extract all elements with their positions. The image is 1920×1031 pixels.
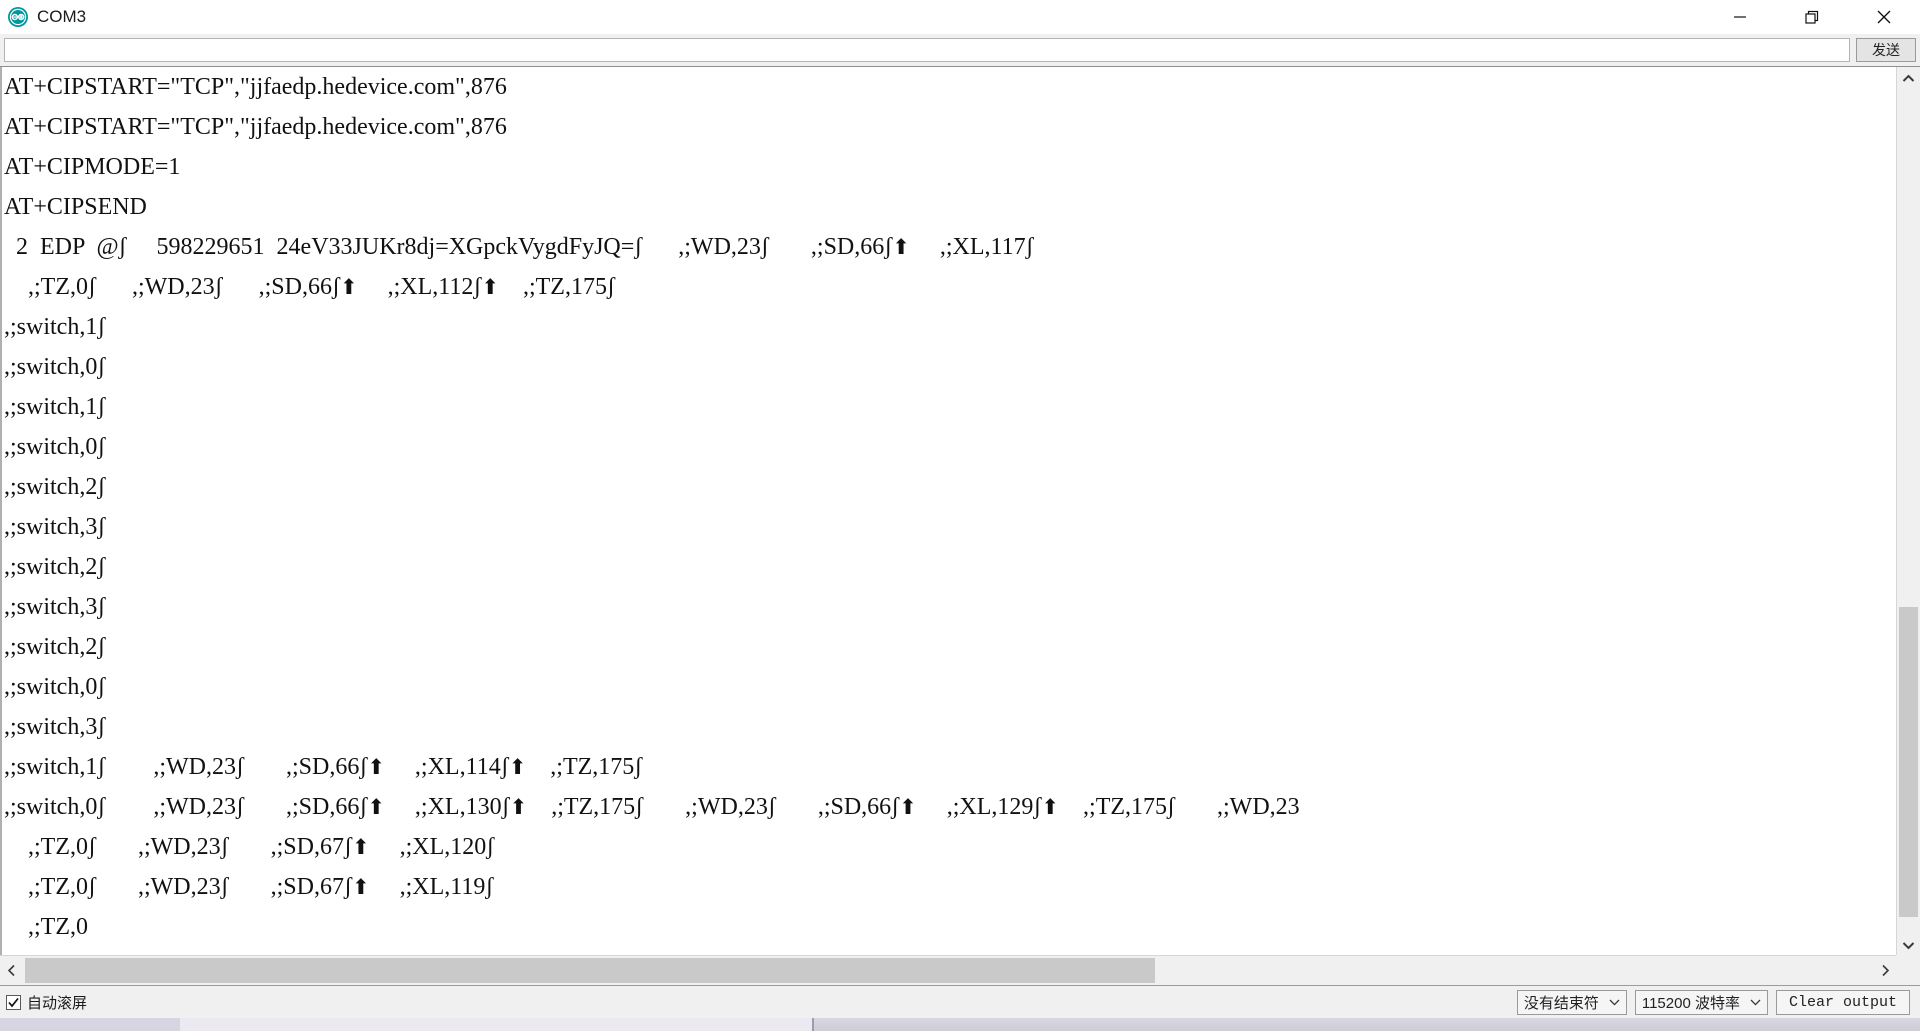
close-icon: [1877, 10, 1891, 24]
chevron-left-icon: [7, 964, 15, 977]
terminal-line: ,;switch,3ʃ: [4, 594, 106, 620]
horizontal-scrollbar[interactable]: [0, 955, 1896, 985]
scroll-up-button[interactable]: [1897, 67, 1920, 89]
terminal-line: ,;switch,3ʃ: [4, 514, 106, 540]
scroll-left-button[interactable]: [0, 956, 22, 985]
serial-monitor-window: COM3 发送 AT+CIPSTART="TCP","jjfaedp.hedev…: [0, 0, 1920, 1031]
chevron-right-icon: [1881, 964, 1889, 977]
terminal-line: ,;switch,1ʃ: [4, 394, 106, 420]
vertical-scroll-thumb[interactable]: [1899, 607, 1918, 917]
up-arrow-icon: ⬆: [367, 755, 385, 779]
terminal-line: AT+CIPSTART="TCP","jjfaedp.hedevice.com"…: [4, 74, 507, 100]
up-arrow-icon: ⬆: [899, 795, 917, 819]
up-arrow-icon: ⬆: [339, 275, 358, 299]
desktop-strip: [0, 1018, 1920, 1031]
chevron-down-icon: [1902, 941, 1915, 949]
minimize-icon: [1734, 16, 1746, 18]
terminal-line: AT+CIPSEND: [4, 194, 147, 220]
send-button[interactable]: 发送: [1856, 38, 1916, 62]
up-arrow-icon: ⬆: [367, 795, 385, 819]
scrollbar-corner: [1896, 955, 1920, 985]
vertical-scrollbar[interactable]: [1896, 67, 1920, 956]
status-bar-controls: 没有结束符 115200 波特率 Clear output: [1516, 989, 1920, 1015]
background-window-strip: [812, 1018, 1920, 1031]
line-ending-value: 没有结束符: [1523, 994, 1599, 1012]
minimize-button[interactable]: [1704, 0, 1776, 34]
autoscroll-label: 自动滚屏: [27, 994, 88, 1012]
chevron-down-icon: [1750, 999, 1761, 1006]
desktop-background-left: [0, 1018, 180, 1031]
terminal-line: AT+CIPMODE=1: [4, 154, 181, 180]
terminal-area: AT+CIPSTART="TCP","jjfaedp.hedevice.com"…: [0, 66, 1920, 985]
terminal-line: ,;switch,0ʃ ,;WD,23ʃ ,;SD,66ʃ⬆ ,;XL,130ʃ…: [4, 794, 1300, 820]
autoscroll-checkbox[interactable]: [6, 994, 21, 1010]
restore-icon: [1805, 10, 1819, 24]
scroll-down-button[interactable]: [1897, 934, 1920, 956]
terminal-line: AT+CIPSTART="TCP","jjfaedp.hedevice.com"…: [4, 114, 507, 140]
close-button[interactable]: [1848, 0, 1920, 34]
baud-rate-select[interactable]: 115200 波特率: [1634, 989, 1768, 1015]
send-input[interactable]: [4, 38, 1850, 62]
up-arrow-icon: ⬆: [351, 835, 370, 859]
window-title: COM3: [37, 7, 87, 26]
send-bar: 发送: [0, 34, 1920, 66]
title-bar-left: COM3: [0, 6, 1704, 28]
terminal-line: ,;switch,0ʃ: [4, 674, 106, 700]
up-arrow-icon: ⬆: [508, 755, 527, 779]
terminal-line: ,;switch,0ʃ: [4, 434, 106, 460]
autoscroll-toggle[interactable]: 自动滚屏: [0, 992, 87, 1013]
terminal-line: ,;switch,0ʃ: [4, 354, 106, 380]
scroll-right-button[interactable]: [1874, 956, 1896, 985]
up-arrow-icon: ⬆: [892, 235, 910, 259]
title-bar: COM3: [0, 0, 1920, 34]
up-arrow-icon: ⬆: [481, 275, 499, 299]
terminal-output[interactable]: AT+CIPSTART="TCP","jjfaedp.hedevice.com"…: [0, 67, 1896, 956]
line-ending-select[interactable]: 没有结束符: [1516, 989, 1627, 1015]
terminal-line: ,;switch,1ʃ ,;WD,23ʃ ,;SD,66ʃ⬆ ,;XL,114ʃ…: [4, 754, 643, 780]
arduino-infinity-icon: [7, 6, 29, 28]
up-arrow-icon: ⬆: [351, 875, 370, 899]
clear-output-button[interactable]: Clear output: [1775, 989, 1910, 1015]
horizontal-scroll-thumb[interactable]: [25, 958, 1155, 983]
terminal-line: ,;switch,2ʃ: [4, 474, 106, 500]
checkmark-icon: [8, 997, 19, 1007]
terminal-line: ,;TZ,0ʃ ,;WD,23ʃ ,;SD,66ʃ⬆ ,;XL,112ʃ⬆ ,;…: [4, 274, 615, 300]
restore-button[interactable]: [1776, 0, 1848, 34]
terminal-line: ,;switch,3ʃ: [4, 714, 106, 740]
status-bar: 自动滚屏 没有结束符 115200 波特率 Clear output: [0, 985, 1920, 1018]
up-arrow-icon: ⬆: [509, 795, 528, 819]
up-arrow-icon: ⬆: [1041, 795, 1060, 819]
chevron-up-icon: [1902, 74, 1915, 82]
chevron-down-icon: [1609, 999, 1620, 1006]
terminal-line: ,;switch,2ʃ: [4, 634, 106, 660]
window-controls: [1704, 0, 1920, 34]
terminal-line: 2 EDP @ʃ 598229651 24eV33JUKr8dj=XGpckVy…: [4, 234, 1034, 260]
terminal-line: ,;switch,1ʃ: [4, 314, 106, 340]
terminal-line: ,;TZ,0: [4, 914, 88, 940]
baud-rate-value: 115200 波特率: [1641, 994, 1740, 1012]
terminal-line: ,;switch,2ʃ: [4, 554, 106, 580]
terminal-line: ,;TZ,0ʃ ,;WD,23ʃ ,;SD,67ʃ⬆ ,;XL,119ʃ: [4, 874, 494, 900]
terminal-line: ,;TZ,0ʃ ,;WD,23ʃ ,;SD,67ʃ⬆ ,;XL,120ʃ: [4, 834, 495, 860]
